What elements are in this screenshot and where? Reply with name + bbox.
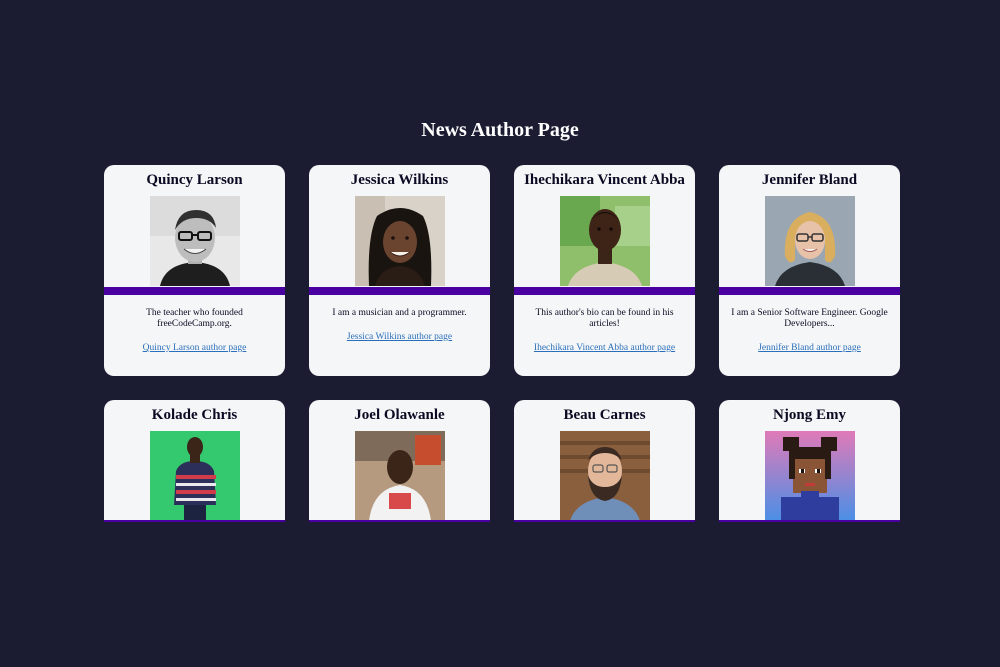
card-divider (514, 287, 695, 295)
author-name: Beau Carnes (563, 407, 646, 423)
author-page: News Author Page Quincy Larson The teach… (0, 0, 1000, 667)
author-card-joel-olawanle: Joel Olawanle (309, 400, 490, 522)
author-card-kolade-chris: Kolade Chris (104, 400, 285, 522)
author-bio: This author's bio can be found in his ar… (535, 308, 674, 329)
card-divider (104, 520, 285, 522)
author-avatar (354, 431, 445, 521)
author-avatar (764, 431, 855, 521)
author-card-njong-emy: Njong Emy (719, 400, 900, 522)
author-name: Jennifer Bland (761, 172, 858, 188)
author-name: Njong Emy (773, 407, 846, 423)
author-card-beau-carnes: Beau Carnes (514, 400, 695, 522)
author-avatar (149, 196, 240, 286)
author-name: Ihechikara Vincent Abba (524, 172, 685, 188)
author-avatar (149, 431, 240, 521)
card-divider (309, 287, 490, 295)
card-divider (104, 287, 285, 295)
author-bio: I am a Senior Software Engineer. Google … (731, 308, 888, 329)
author-page-link[interactable]: Jessica Wilkins author page (347, 332, 452, 343)
author-name: Jessica Wilkins (350, 172, 449, 188)
author-avatar (559, 431, 650, 521)
author-avatar (764, 196, 855, 286)
author-card-quincy-larson: Quincy Larson The teacher who founded fr… (104, 165, 285, 376)
author-bio: I am a musician and a programmer. (332, 308, 467, 318)
author-avatar (559, 196, 650, 286)
card-divider (514, 520, 695, 522)
author-avatar (354, 196, 445, 286)
card-divider (719, 520, 900, 522)
author-name: Kolade Chris (151, 407, 238, 423)
author-name: Joel Olawanle (354, 407, 445, 423)
author-page-link[interactable]: Ihechikara Vincent Abba author page (534, 343, 675, 354)
card-divider (719, 287, 900, 295)
author-card-jennifer-bland: Jennifer Bland I am a Senior Software En… (719, 165, 900, 376)
card-divider (309, 520, 490, 522)
author-page-link[interactable]: Quincy Larson author page (143, 343, 247, 354)
page-title: News Author Page (421, 119, 579, 141)
author-grid: Quincy Larson The teacher who founded fr… (104, 165, 901, 522)
author-page-link[interactable]: Jennifer Bland author page (758, 343, 861, 354)
author-card-ihechikara-vincent-abba: Ihechikara Vincent Abba This author's bi… (514, 165, 695, 376)
author-card-jessica-wilkins: Jessica Wilkins I am a musician and a pr… (309, 165, 490, 376)
author-name: Quincy Larson (146, 172, 243, 188)
author-bio: The teacher who founded freeCodeCamp.org… (146, 308, 243, 329)
